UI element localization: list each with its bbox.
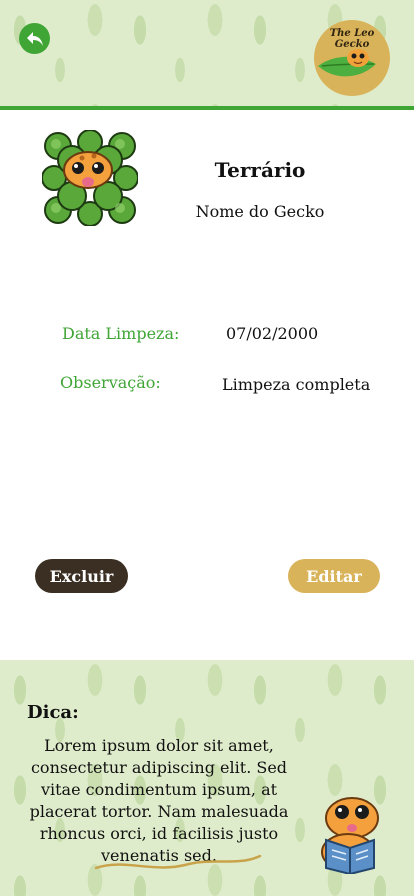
- header-divider: [0, 106, 414, 110]
- observation-value: Limpeza completa: [222, 375, 371, 394]
- page-title: Terrário: [214, 158, 306, 182]
- cleaning-date-label: Data Limpeza:: [62, 324, 180, 343]
- edit-button[interactable]: Editar: [288, 559, 380, 593]
- decorative-squiggle: [94, 854, 262, 870]
- tip-text: Lorem ipsum dolor sit amet, consectetur …: [29, 736, 289, 865]
- delete-button[interactable]: Excluir: [35, 559, 128, 593]
- leaf-gecko-logo-icon: [318, 49, 376, 77]
- back-button[interactable]: [19, 23, 50, 54]
- tip-title: Dica:: [27, 702, 79, 723]
- app-logo: The Leo Gecko: [314, 20, 390, 96]
- gecko-name: Nome do Gecko: [195, 202, 325, 221]
- cleaning-date-value: 07/02/2000: [226, 324, 319, 343]
- gecko-avatar-image: [42, 130, 138, 226]
- reading-gecko-image: [321, 797, 379, 874]
- observation-label: Observação:: [60, 373, 161, 392]
- back-arrow-icon: [26, 31, 43, 46]
